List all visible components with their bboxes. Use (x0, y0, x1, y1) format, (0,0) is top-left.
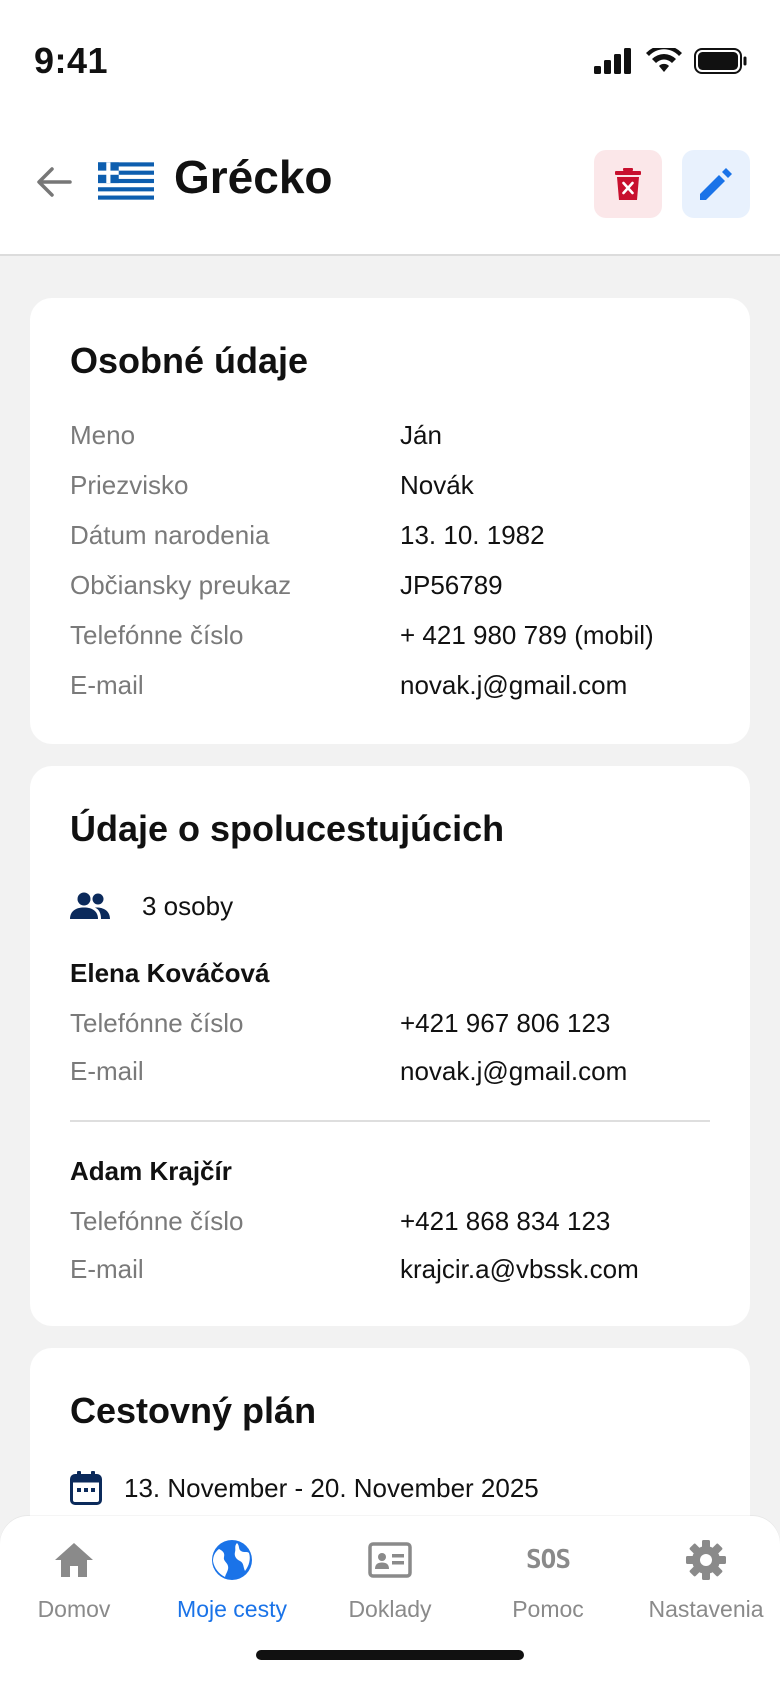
info-value: novak.j@gmail.com (400, 1056, 628, 1086)
info-value: +421 967 806 123 (400, 1008, 611, 1038)
info-label: Dátum narodenia (70, 520, 270, 550)
nav-item-documents[interactable]: Doklady (312, 1536, 468, 1636)
info-row-first-name: Meno Ján (70, 420, 730, 460)
nav-label: Nastavenia (648, 1596, 764, 1622)
companions-count: 3 osoby (142, 890, 234, 921)
companion-row-email: E-mail krajcir.a@vbssk.com (70, 1254, 730, 1294)
info-row-email: E-mail novak.j@gmail.com (70, 670, 730, 710)
companion-divider (70, 1120, 710, 1122)
info-row-id-card: Občiansky preukaz JP56789 (70, 570, 730, 610)
info-value: JP56789 (400, 570, 503, 600)
nav-item-help[interactable]: SOS Pomoc (470, 1536, 626, 1636)
info-value: krajcir.a@vbssk.com (400, 1254, 639, 1284)
companion-row-phone: Telefónne číslo +421 967 806 123 (70, 1008, 730, 1048)
info-label: Telefónne číslo (70, 620, 244, 650)
pencil-icon (700, 168, 732, 200)
info-label: Priezvisko (70, 470, 189, 500)
info-label: E-mail (70, 1254, 144, 1284)
companion-row-phone: Telefónne číslo +421 868 834 123 (70, 1206, 730, 1246)
nav-label: Doklady (348, 1596, 432, 1622)
battery-icon (694, 48, 747, 74)
info-label: Telefónne číslo (70, 1206, 244, 1236)
edit-button[interactable] (682, 150, 750, 218)
companion-name: Adam Krajčír (70, 1156, 232, 1186)
itinerary-title: Cestovný plán (70, 1390, 317, 1431)
id-card-icon (368, 1542, 412, 1578)
companions-title: Údaje o spolucestujúcich (70, 808, 505, 849)
gear-icon (686, 1540, 726, 1580)
info-label: Telefónne číslo (70, 1008, 244, 1038)
nav-item-settings[interactable]: Nastavenia (628, 1536, 780, 1636)
info-row-phone: Telefónne číslo + 421 980 789 (mobil) (70, 620, 730, 660)
sos-icon: SOS (526, 1545, 571, 1575)
info-row-last-name: Priezvisko Novák (70, 470, 730, 510)
bottom-navigation: Domov Moje cesty Doklady SOS Pomoc Nasta… (0, 1516, 780, 1688)
home-indicator (256, 1650, 524, 1660)
info-value: + 421 980 789 (mobil) (400, 620, 654, 650)
companion-row-email: E-mail novak.j@gmail.com (70, 1056, 730, 1096)
info-row-birth-date: Dátum narodenia 13. 10. 1982 (70, 520, 730, 560)
delete-button[interactable] (594, 150, 662, 218)
companion-name: Elena Kováčová (70, 958, 270, 988)
personal-info-card: Osobné údaje Meno Ján Priezvisko Novák D… (30, 298, 750, 744)
greece-flag-icon (98, 162, 154, 200)
itinerary-dates-row: 13. November - 20. November 2025 (70, 1468, 539, 1508)
info-label: Meno (70, 420, 136, 450)
nav-item-my-trips[interactable]: Moje cesty (154, 1536, 310, 1636)
home-icon (55, 1543, 93, 1577)
info-label: E-mail (70, 670, 144, 700)
info-value: 13. 10. 1982 (400, 520, 545, 550)
nav-label: Pomoc (512, 1596, 584, 1622)
info-label: E-mail (70, 1056, 144, 1086)
app-header: Grécko (0, 120, 780, 256)
status-bar: 9:41 (0, 0, 780, 120)
info-value: Ján (400, 420, 442, 450)
wifi-icon (646, 48, 682, 72)
nav-label: Domov (37, 1596, 111, 1622)
personal-info-title: Osobné údaje (70, 340, 309, 381)
info-value: +421 868 834 123 (400, 1206, 611, 1236)
calendar-icon (70, 1471, 102, 1505)
trash-icon (615, 168, 641, 200)
page-title: Grécko (174, 151, 333, 203)
info-label: Občiansky preukaz (70, 570, 292, 600)
companions-count-row: 3 osoby (70, 886, 233, 926)
back-button[interactable] (30, 158, 78, 206)
companions-card: Údaje o spolucestujúcich 3 osoby Elena K… (30, 766, 750, 1326)
nav-item-home[interactable]: Domov (0, 1536, 152, 1636)
cellular-signal-icon (594, 48, 631, 74)
globe-icon (212, 1540, 252, 1580)
status-icons (594, 48, 748, 74)
info-value: novak.j@gmail.com (400, 670, 628, 700)
group-icon (70, 892, 110, 919)
itinerary-dates: 13. November - 20. November 2025 (124, 1472, 539, 1503)
status-time: 9:41 (34, 40, 109, 81)
info-value: Novák (400, 470, 474, 500)
nav-label: Moje cesty (177, 1596, 287, 1622)
arrow-back-icon (37, 167, 72, 197)
